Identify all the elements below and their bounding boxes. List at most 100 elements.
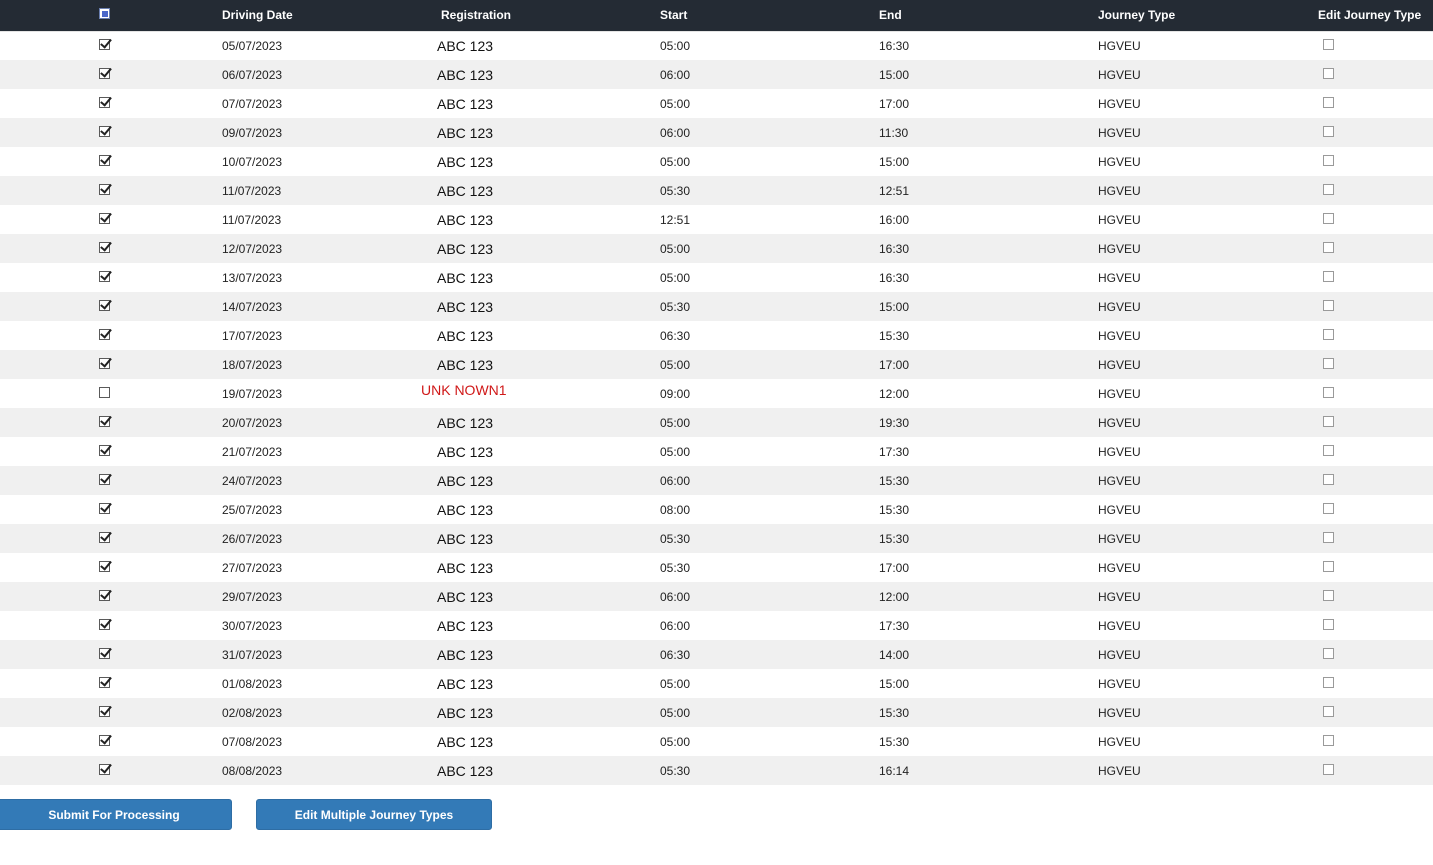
row-select-checkbox[interactable] [99, 184, 110, 195]
row-select-checkbox[interactable] [99, 329, 110, 340]
edit-journey-type-checkbox[interactable] [1323, 532, 1334, 543]
end-time-cell: 15:30 [879, 329, 910, 343]
edit-journey-type-checkbox[interactable] [1323, 387, 1334, 398]
table-row: 08/08/2023 ABC 123 05:30 16:14 HGVEU [0, 756, 1433, 785]
driving-date-cell: 14/07/2023 [222, 300, 283, 314]
edit-journey-type-checkbox[interactable] [1323, 619, 1334, 630]
driving-date-cell: 01/08/2023 [222, 677, 283, 691]
column-header-registration[interactable]: Registration [441, 8, 511, 22]
edit-journey-type-checkbox[interactable] [1323, 764, 1334, 775]
journey-type-cell: HGVEU [1098, 271, 1141, 285]
column-header-end[interactable]: End [879, 8, 902, 22]
row-select-checkbox[interactable] [99, 532, 110, 543]
row-select-checkbox[interactable] [99, 213, 110, 224]
start-time-cell: 05:00 [660, 358, 691, 372]
start-time-cell: 05:00 [660, 97, 691, 111]
row-select-checkbox[interactable] [99, 126, 110, 137]
journey-type-cell: HGVEU [1098, 300, 1141, 314]
registration-cell: ABC 123 [437, 676, 494, 692]
edit-journey-type-checkbox[interactable] [1323, 155, 1334, 166]
edit-journey-type-checkbox[interactable] [1323, 474, 1334, 485]
edit-journey-type-checkbox[interactable] [1323, 416, 1334, 427]
column-header-edit-journey-type[interactable]: Edit Journey Type [1318, 8, 1421, 22]
table-row: 27/07/2023 ABC 123 05:30 17:00 HGVEU [0, 553, 1433, 582]
start-time-cell: 06:00 [660, 474, 691, 488]
edit-journey-type-checkbox[interactable] [1323, 39, 1334, 50]
edit-journey-type-checkbox[interactable] [1323, 735, 1334, 746]
column-header-journey-type[interactable]: Journey Type [1098, 8, 1175, 22]
edit-multiple-journey-types-button[interactable]: Edit Multiple Journey Types [256, 799, 492, 830]
edit-journey-type-checkbox[interactable] [1323, 271, 1334, 282]
start-time-cell: 05:00 [660, 445, 691, 459]
edit-journey-type-checkbox[interactable] [1323, 329, 1334, 340]
driving-date-cell: 06/07/2023 [222, 68, 283, 82]
row-select-checkbox[interactable] [99, 474, 110, 485]
row-select-checkbox[interactable] [99, 677, 110, 688]
submit-for-processing-button[interactable]: Submit For Processing [0, 799, 232, 830]
end-time-cell: 15:00 [879, 68, 910, 82]
journey-type-cell: HGVEU [1098, 590, 1141, 604]
journey-type-cell: HGVEU [1098, 126, 1141, 140]
registration-cell: ABC 123 [437, 212, 494, 228]
journey-type-cell: HGVEU [1098, 619, 1141, 633]
column-header-driving-date[interactable]: Driving Date [222, 8, 293, 22]
end-time-cell: 15:30 [879, 706, 910, 720]
edit-journey-type-checkbox[interactable] [1323, 126, 1334, 137]
edit-journey-type-checkbox[interactable] [1323, 97, 1334, 108]
row-select-checkbox[interactable] [99, 271, 110, 282]
row-select-checkbox[interactable] [99, 764, 110, 775]
table-row: 11/07/2023 ABC 123 12:51 16:00 HGVEU [0, 205, 1433, 234]
edit-journey-type-checkbox[interactable] [1323, 184, 1334, 195]
row-select-checkbox[interactable] [99, 300, 110, 311]
row-select-checkbox[interactable] [99, 503, 110, 514]
driving-date-cell: 10/07/2023 [222, 155, 283, 169]
edit-journey-type-checkbox[interactable] [1323, 213, 1334, 224]
row-select-checkbox[interactable] [99, 648, 110, 659]
journey-type-cell: HGVEU [1098, 474, 1141, 488]
row-select-checkbox[interactable] [99, 387, 110, 398]
edit-journey-type-checkbox[interactable] [1323, 561, 1334, 572]
edit-journey-type-checkbox[interactable] [1323, 445, 1334, 456]
start-time-cell: 09:00 [660, 387, 691, 401]
driving-date-cell: 26/07/2023 [222, 532, 283, 546]
driving-date-cell: 12/07/2023 [222, 242, 283, 256]
registration-cell: ABC 123 [437, 502, 494, 518]
row-select-checkbox[interactable] [99, 39, 110, 50]
edit-journey-type-checkbox[interactable] [1323, 358, 1334, 369]
end-time-cell: 14:00 [879, 648, 910, 662]
column-header-start[interactable]: Start [660, 8, 687, 22]
journey-type-cell: HGVEU [1098, 677, 1141, 691]
start-time-cell: 08:00 [660, 503, 691, 517]
journey-type-cell: HGVEU [1098, 68, 1141, 82]
row-select-checkbox[interactable] [99, 416, 110, 427]
registration-cell: ABC 123 [437, 763, 494, 779]
row-select-checkbox[interactable] [99, 358, 110, 369]
journey-type-cell: HGVEU [1098, 416, 1141, 430]
row-select-checkbox[interactable] [99, 97, 110, 108]
row-select-checkbox[interactable] [99, 706, 110, 717]
table-row: 05/07/2023 ABC 123 05:00 16:30 HGVEU [0, 31, 1433, 60]
row-select-checkbox[interactable] [99, 590, 110, 601]
row-select-checkbox[interactable] [99, 445, 110, 456]
end-time-cell: 15:00 [879, 677, 910, 691]
select-all-checkbox[interactable] [99, 8, 110, 19]
table-header: Driving Date Registration Start End Jour… [0, 0, 1433, 31]
driving-date-cell: 11/07/2023 [222, 184, 282, 198]
row-select-checkbox[interactable] [99, 561, 110, 572]
row-select-checkbox[interactable] [99, 68, 110, 79]
edit-journey-type-checkbox[interactable] [1323, 648, 1334, 659]
row-select-checkbox[interactable] [99, 735, 110, 746]
row-select-checkbox[interactable] [99, 619, 110, 630]
edit-journey-type-checkbox[interactable] [1323, 300, 1334, 311]
row-select-checkbox[interactable] [99, 242, 110, 253]
edit-journey-type-checkbox[interactable] [1323, 677, 1334, 688]
row-select-checkbox[interactable] [99, 155, 110, 166]
edit-journey-type-checkbox[interactable] [1323, 590, 1334, 601]
edit-journey-type-checkbox[interactable] [1323, 706, 1334, 717]
journey-type-cell: HGVEU [1098, 242, 1141, 256]
end-time-cell: 15:00 [879, 300, 910, 314]
edit-journey-type-checkbox[interactable] [1323, 68, 1334, 79]
edit-journey-type-checkbox[interactable] [1323, 503, 1334, 514]
edit-journey-type-checkbox[interactable] [1323, 242, 1334, 253]
registration-cell: ABC 123 [437, 357, 494, 373]
